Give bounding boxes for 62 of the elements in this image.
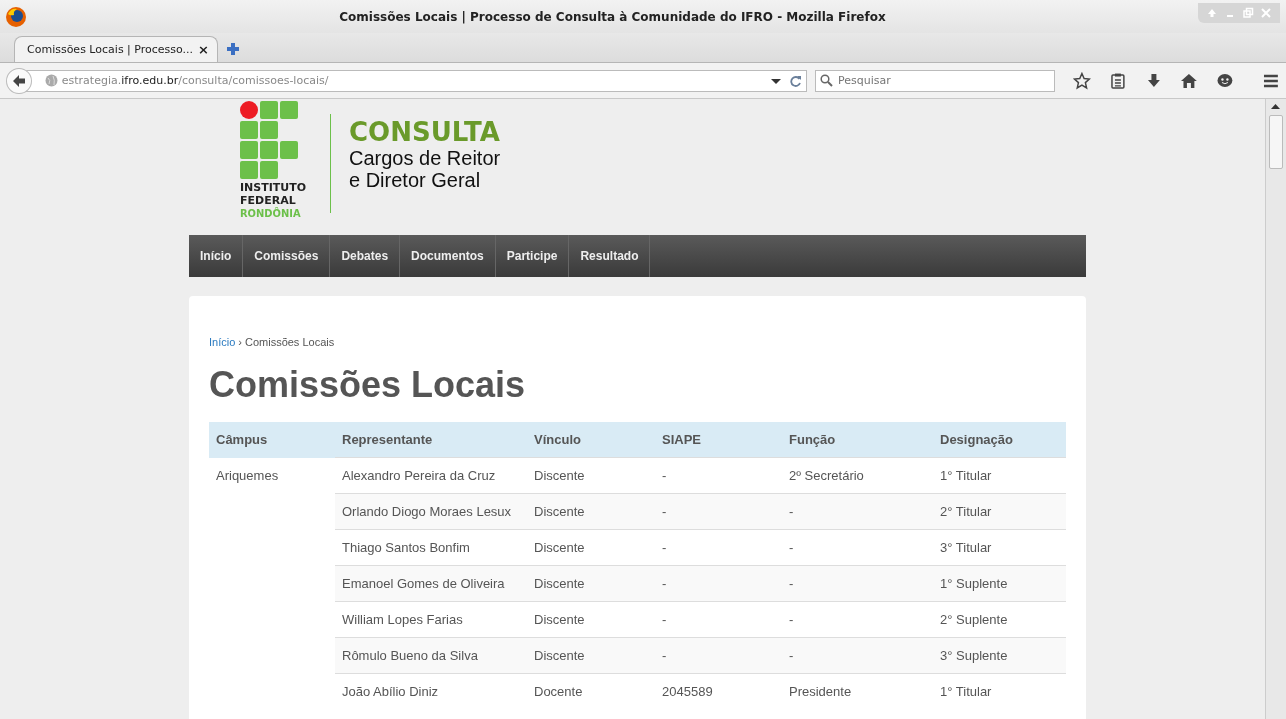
logo-text: INSTITUTO <box>240 181 308 194</box>
url-text: estrategia.ifro.edu.br/consulta/comissoes-locais/ <box>61 74 330 87</box>
table-cell: Rômulo Bueno da Silva <box>335 637 527 674</box>
tab-close-button[interactable]: × <box>198 42 209 57</box>
column-header: Câmpus <box>209 422 335 458</box>
table-cell: - <box>655 493 782 530</box>
table-cell: 2045589 <box>655 673 782 709</box>
table-cell: Orlando Diogo Moraes Lesux <box>335 493 527 530</box>
back-arrow-icon <box>11 73 26 88</box>
logo-text: RONDÔNIA <box>240 207 302 220</box>
site-subtitle: Cargos de Reitor <box>349 147 501 169</box>
column-header: Vínculo <box>527 422 655 458</box>
table-cell: - <box>782 637 933 674</box>
menu-item[interactable]: Início <box>189 235 244 277</box>
breadcrumb-separator: › <box>238 336 242 348</box>
globe-icon <box>44 74 58 87</box>
table-cell: - <box>782 565 933 602</box>
scroll-up-icon[interactable] <box>1269 102 1282 112</box>
new-tab-icon[interactable] <box>226 42 240 56</box>
column-header: SIAPE <box>655 422 782 458</box>
home-icon[interactable] <box>1180 71 1199 90</box>
table-cell: Docente <box>527 673 655 709</box>
logo-grid-icon <box>240 101 300 181</box>
table-cell: Ariquemes <box>209 457 335 709</box>
column-header: Função <box>782 422 933 458</box>
table-cell: 2° Titular <box>933 493 1066 530</box>
logo-text: FEDERAL <box>240 194 297 207</box>
site-subtitle: e Diretor Geral <box>349 169 482 191</box>
site-title: CONSULTA <box>349 117 501 147</box>
breadcrumb-current: Comissões Locais <box>244 336 335 348</box>
back-button[interactable] <box>6 67 32 94</box>
column-header: Representante <box>335 422 527 458</box>
page-heading: Comissões Locais <box>209 364 527 406</box>
table-cell: 1° Titular <box>933 673 1066 709</box>
table-cell: - <box>782 493 933 530</box>
address-bar[interactable]: estrategia.ifro.edu.br/consulta/comissoes-locais/ <box>25 69 807 92</box>
table-cell: João Abílio Diniz <box>335 673 527 709</box>
window-title: Comissões Locais | Processo de Consulta à Comunidade do IFRO - Mozilla Firefox <box>338 9 887 24</box>
menu-item[interactable]: Debates <box>330 235 401 277</box>
table-cell: Emanoel Gomes de Oliveira <box>335 565 527 602</box>
clipboard-icon[interactable] <box>1108 71 1127 90</box>
breadcrumb-link[interactable]: Início <box>209 336 236 348</box>
browser-logo-icon <box>5 5 27 28</box>
table-cell: 1° Suplente <box>933 565 1066 602</box>
table-cell: - <box>655 637 782 674</box>
menu-item[interactable]: Comissões <box>243 235 331 277</box>
star-icon[interactable] <box>1072 71 1091 90</box>
table-cell: Discente <box>527 493 655 530</box>
search-field[interactable]: Pesquisar <box>814 69 1055 92</box>
table-cell: - <box>655 565 782 602</box>
scroll-thumb[interactable] <box>1269 115 1283 169</box>
menu-item[interactable]: Resultado <box>569 235 651 277</box>
table-cell: Presidente <box>782 673 933 709</box>
table-cell: Discente <box>527 565 655 602</box>
menu-item[interactable]: Participe <box>495 235 570 277</box>
menu-item[interactable]: Documentos <box>400 235 496 277</box>
table-cell: Discente <box>527 637 655 674</box>
column-header: Designação <box>933 422 1066 458</box>
browser-tab[interactable]: Comissões Locais | Processo... × <box>14 36 218 62</box>
chat-icon[interactable] <box>1216 71 1235 90</box>
table-cell: 3° Suplente <box>933 637 1066 674</box>
reload-icon[interactable] <box>789 74 802 87</box>
